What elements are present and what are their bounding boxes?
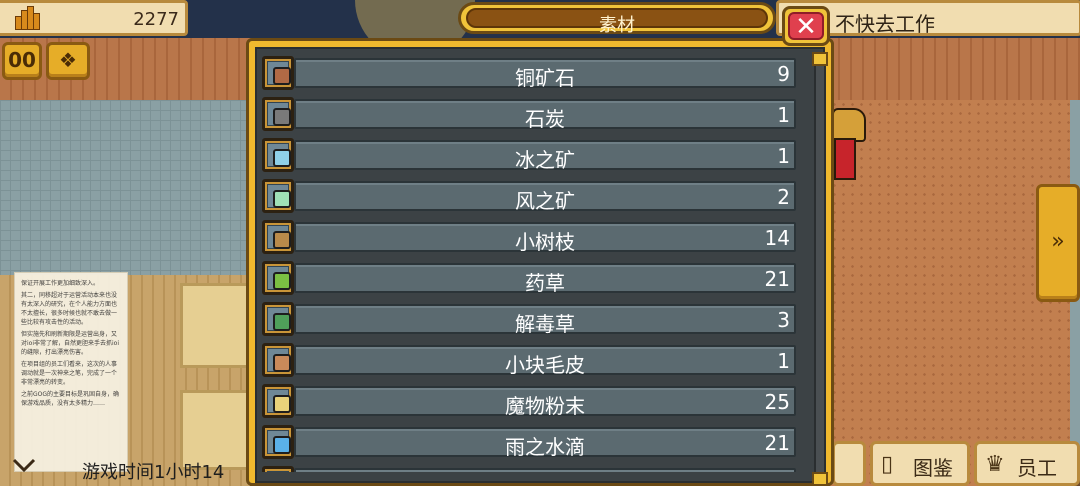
material-slot <box>262 220 294 254</box>
floor-mat <box>180 283 250 368</box>
material-name: 小树枝 <box>515 230 575 254</box>
pause-button[interactable]: 00 <box>2 42 42 80</box>
material-row[interactable]: 冰之矿 1 <box>262 138 796 172</box>
bag-icon: ❖ <box>59 48 77 72</box>
material-bar: 小树枝 14 <box>294 222 796 254</box>
note-line: 在项目组的员工们看来，这次的人事调动就是一次神来之笔，完成了一个非常漂亮的转变。 <box>21 361 118 386</box>
material-slot <box>262 343 294 377</box>
material-slot <box>262 302 294 336</box>
material-bar: 铜矿石 9 <box>294 58 796 90</box>
material-count: 1 <box>777 349 790 373</box>
material-count: 1 <box>777 144 790 168</box>
material-slot <box>262 179 294 213</box>
material-count: 1 <box>777 103 790 127</box>
material-bar: 雨之水滴 21 <box>294 427 796 459</box>
material-name: 雨之水滴 <box>505 435 585 459</box>
material-count: 3 <box>777 308 790 332</box>
note-line: 之前GOG的主要目标是巩固自身，确保游戏品质，没有太多精力…… <box>21 391 120 407</box>
material-name: 冰之矿 <box>515 148 575 172</box>
task-text: 不快去工作 <box>835 12 935 36</box>
material-name: 小块毛皮 <box>505 353 585 377</box>
book-icon: ▯ <box>881 452 894 477</box>
material-count: 9 <box>777 62 790 86</box>
materials-bag-button[interactable]: ❖ <box>46 42 90 80</box>
material-slot <box>262 97 294 131</box>
close-button[interactable]: ✕ <box>782 6 830 46</box>
material-name: 风之矿 <box>515 189 575 213</box>
fur-icon <box>273 354 291 372</box>
money-value: 2277 <box>133 9 179 30</box>
material-slot <box>262 425 294 459</box>
material-bar: 石炭 1 <box>294 99 796 131</box>
material-row[interactable]: 小树枝 14 <box>262 220 796 254</box>
material-row[interactable]: 风之矿 2 <box>262 179 796 213</box>
twig-icon <box>273 231 291 249</box>
panel-title-bar: 素材 <box>458 2 776 36</box>
character-hair <box>832 108 866 142</box>
chevron-down-icon[interactable] <box>6 450 42 480</box>
material-bar: 魔物粉末 25 <box>294 386 796 418</box>
material-bar: 冰之矿 1 <box>294 140 796 172</box>
material-name: 铜矿石 <box>515 66 575 90</box>
encyclopedia-label: 图鉴 <box>913 456 953 480</box>
material-bar: 风之矿 2 <box>294 181 796 213</box>
staff-label: 员工 <box>1017 456 1057 480</box>
crown-icon: ♛ <box>985 452 1005 477</box>
wind-ore-icon <box>273 190 291 208</box>
material-slot <box>262 56 294 90</box>
material-row[interactable]: 铜矿石 9 <box>262 56 796 90</box>
material-count: 21 <box>764 267 790 291</box>
material-row[interactable]: 解毒草 3 <box>262 302 796 336</box>
coal-icon <box>273 108 291 126</box>
carpet-floor <box>830 100 1070 486</box>
material-name: 解毒草 <box>515 312 575 336</box>
fast-forward-button[interactable]: » <box>1036 184 1080 302</box>
fast-forward-icon: » <box>1051 229 1065 254</box>
encyclopedia-button[interactable]: ▯ 图鉴 <box>870 441 970 486</box>
phone-notification-overlay: 保证开展工作更加细致深入。 其二，同移超对于运营活动本来也没有太深入的研究，在个… <box>14 272 128 472</box>
material-bar: 小块毛皮 1 <box>294 345 796 377</box>
raindrop-icon <box>273 436 291 454</box>
ice-ore-icon <box>273 149 291 167</box>
herb-icon <box>273 272 291 290</box>
staff-button[interactable]: ♛ 员工 <box>974 441 1080 486</box>
scrollbar-thumb[interactable] <box>812 52 828 66</box>
money-display: 2277 <box>0 0 188 36</box>
material-name: 药草 <box>525 271 565 295</box>
antidote-herb-icon <box>273 313 291 331</box>
material-bar: 解毒草 3 <box>294 304 796 336</box>
material-row[interactable]: 雨之水滴 21 <box>262 425 796 459</box>
note-line: 其二，同移超对于运营活动本来也没有太深入的研究，在个人能力方面也不太擅长，很多时… <box>21 292 118 326</box>
material-slot <box>262 384 294 418</box>
bottom-menu-button-partial[interactable] <box>832 441 866 486</box>
material-row[interactable]: 小块毛皮 1 <box>262 343 796 377</box>
material-count: 14 <box>764 226 790 250</box>
material-row[interactable]: 石炭 1 <box>262 97 796 131</box>
close-icon: ✕ <box>788 12 824 40</box>
material-count: 2 <box>777 185 790 209</box>
material-slot <box>262 261 294 295</box>
tiled-floor <box>0 100 250 275</box>
material-bar: 药草 21 <box>294 263 796 295</box>
material-name: 魔物粉末 <box>505 394 585 418</box>
material-name: 石炭 <box>525 107 565 131</box>
material-row[interactable]: 药草 21 <box>262 261 796 295</box>
monster-powder-icon <box>273 395 291 413</box>
copper-ore-icon <box>273 67 291 85</box>
material-count: 21 <box>764 431 790 455</box>
panel-title: 素材 <box>599 15 635 36</box>
material-slot <box>262 138 294 172</box>
building-icon <box>15 6 40 30</box>
note-line: 保证开展工作更加细致深入。 <box>21 280 100 287</box>
material-row[interactable]: 魔物粉末 25 <box>262 384 796 418</box>
material-count: 25 <box>764 390 790 414</box>
character-body <box>834 138 856 180</box>
game-time: 游戏时间1小时14 <box>82 462 225 483</box>
scrollbar-bottom-cap[interactable] <box>812 472 828 486</box>
scrollbar-track[interactable] <box>814 52 826 478</box>
note-line: 但实施先和刷新期限是运营出身，又对ioi非常了解，自然更胆来手去抓ioi的缝隙，… <box>21 331 120 356</box>
